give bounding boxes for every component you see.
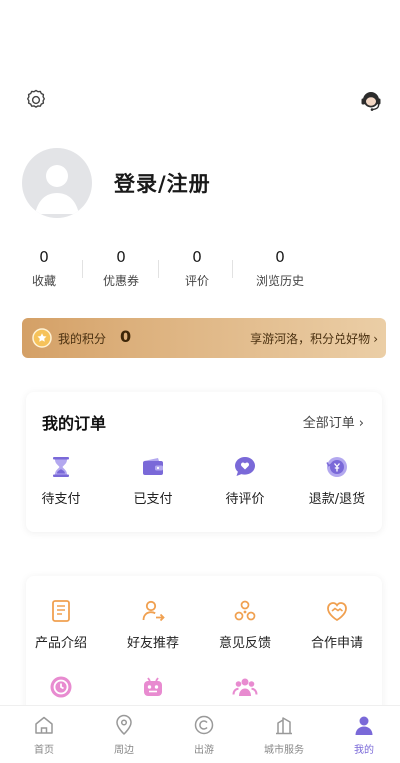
- order-label: 待评价: [225, 492, 265, 507]
- person-icon: [355, 716, 373, 735]
- home-icon: [35, 716, 53, 734]
- stat-value: 0: [116, 248, 126, 266]
- chevron-right-icon: ›: [358, 416, 364, 431]
- profile-section: 登录/注册: [22, 148, 382, 220]
- points-label: 我的积分: [58, 332, 107, 346]
- tool-label: 意见反馈: [218, 636, 271, 651]
- headset-icon[interactable]: [358, 88, 384, 114]
- tool-label: 好友推荐: [126, 636, 179, 651]
- order-pending-payment[interactable]: 待支付: [16, 454, 106, 507]
- order-pending-review[interactable]: 待评价: [200, 454, 290, 507]
- refund-icon: [326, 457, 347, 477]
- travel-icon: [194, 715, 214, 735]
- order-label: 退款/退货: [308, 492, 366, 507]
- tab-label: 出游: [194, 745, 214, 756]
- user-share-icon: [142, 600, 165, 622]
- tab-label: 首页: [34, 745, 54, 756]
- divider: [232, 260, 233, 278]
- stat-label: 评价: [184, 274, 209, 288]
- feedback-icon: [234, 600, 256, 621]
- gear-icon[interactable]: [24, 88, 48, 112]
- tab-city-services[interactable]: 城市服务: [244, 714, 324, 756]
- stat-reviews[interactable]: 0 评价: [157, 246, 237, 289]
- tab-label: 周边: [114, 745, 134, 756]
- stat-value: 0: [275, 248, 285, 266]
- hourglass-icon: [53, 457, 69, 477]
- city-icon: [276, 717, 292, 735]
- orders-title: 我的订单: [42, 414, 107, 433]
- handshake-icon: [327, 602, 347, 622]
- points-value: 0: [120, 327, 132, 346]
- stat-value: 0: [192, 248, 202, 266]
- tool-row2-item[interactable]: [200, 674, 290, 700]
- stat-favorites[interactable]: 0 收藏: [4, 246, 84, 289]
- points-redeem-link[interactable]: 享游河洛，积分兑好物 ›: [250, 330, 378, 347]
- star-coin-icon: [32, 328, 52, 348]
- tab-nearby[interactable]: 周边: [84, 714, 164, 756]
- order-label: 待支付: [41, 492, 81, 507]
- stat-value: 0: [39, 248, 49, 266]
- stats-row: 0 收藏 0 优惠券 0 评价 0 浏览历史: [0, 246, 400, 292]
- services-card: 产品介绍 好友推荐 意见反馈 合作申请: [26, 576, 382, 716]
- tab-home[interactable]: 首页: [4, 714, 84, 756]
- order-paid[interactable]: 已支付: [108, 454, 198, 507]
- tab-label: 城市服务: [264, 745, 304, 756]
- chat-heart-icon: [235, 457, 255, 476]
- tab-travel[interactable]: 出游: [164, 714, 244, 756]
- points-link-text: 享游河洛，积分兑好物: [250, 332, 371, 346]
- default-avatar-icon[interactable]: [22, 148, 92, 218]
- login-register-link[interactable]: 登录/注册: [114, 168, 211, 198]
- tool-label: 合作申请: [310, 636, 363, 651]
- bottom-tab-bar: 首页 周边 出游 城市服务 我的: [0, 705, 400, 763]
- points-banner[interactable]: 我的积分 0 享游河洛，积分兑好物 ›: [22, 318, 386, 358]
- location-pin-icon: [116, 714, 132, 736]
- stat-label: 浏览历史: [255, 274, 304, 288]
- clock-icon: [50, 676, 72, 698]
- orders-card: 我的订单 全部订单 › 待支付 已支付 待评价 退款/退货: [26, 392, 382, 532]
- all-orders-text: 全部订单: [302, 416, 355, 431]
- robot-icon: [144, 677, 162, 696]
- cooperation-apply-button[interactable]: 合作申请: [292, 598, 382, 651]
- stat-history[interactable]: 0 浏览历史: [240, 246, 320, 289]
- stat-coupons[interactable]: 0 优惠券: [81, 246, 161, 289]
- tab-label: 我的: [354, 745, 374, 756]
- wallet-icon: [143, 458, 163, 475]
- stat-label: 收藏: [31, 274, 56, 288]
- chevron-right-icon: ›: [373, 332, 378, 346]
- feedback-button[interactable]: 意见反馈: [200, 598, 290, 651]
- friend-referral-button[interactable]: 好友推荐: [108, 598, 198, 651]
- tool-row2-item[interactable]: [108, 674, 198, 700]
- top-bar: [0, 86, 400, 116]
- order-label: 已支付: [133, 492, 173, 507]
- stat-label: 优惠券: [102, 274, 139, 288]
- document-icon: [52, 600, 70, 622]
- tab-mine[interactable]: 我的: [324, 714, 400, 756]
- all-orders-link[interactable]: 全部订单 ›: [303, 412, 364, 431]
- tool-label: 产品介绍: [34, 636, 87, 651]
- tool-row2-item[interactable]: [16, 674, 106, 700]
- order-refund[interactable]: 退款/退货: [292, 454, 382, 507]
- group-icon: [232, 678, 258, 696]
- product-intro-button[interactable]: 产品介绍: [16, 598, 106, 651]
